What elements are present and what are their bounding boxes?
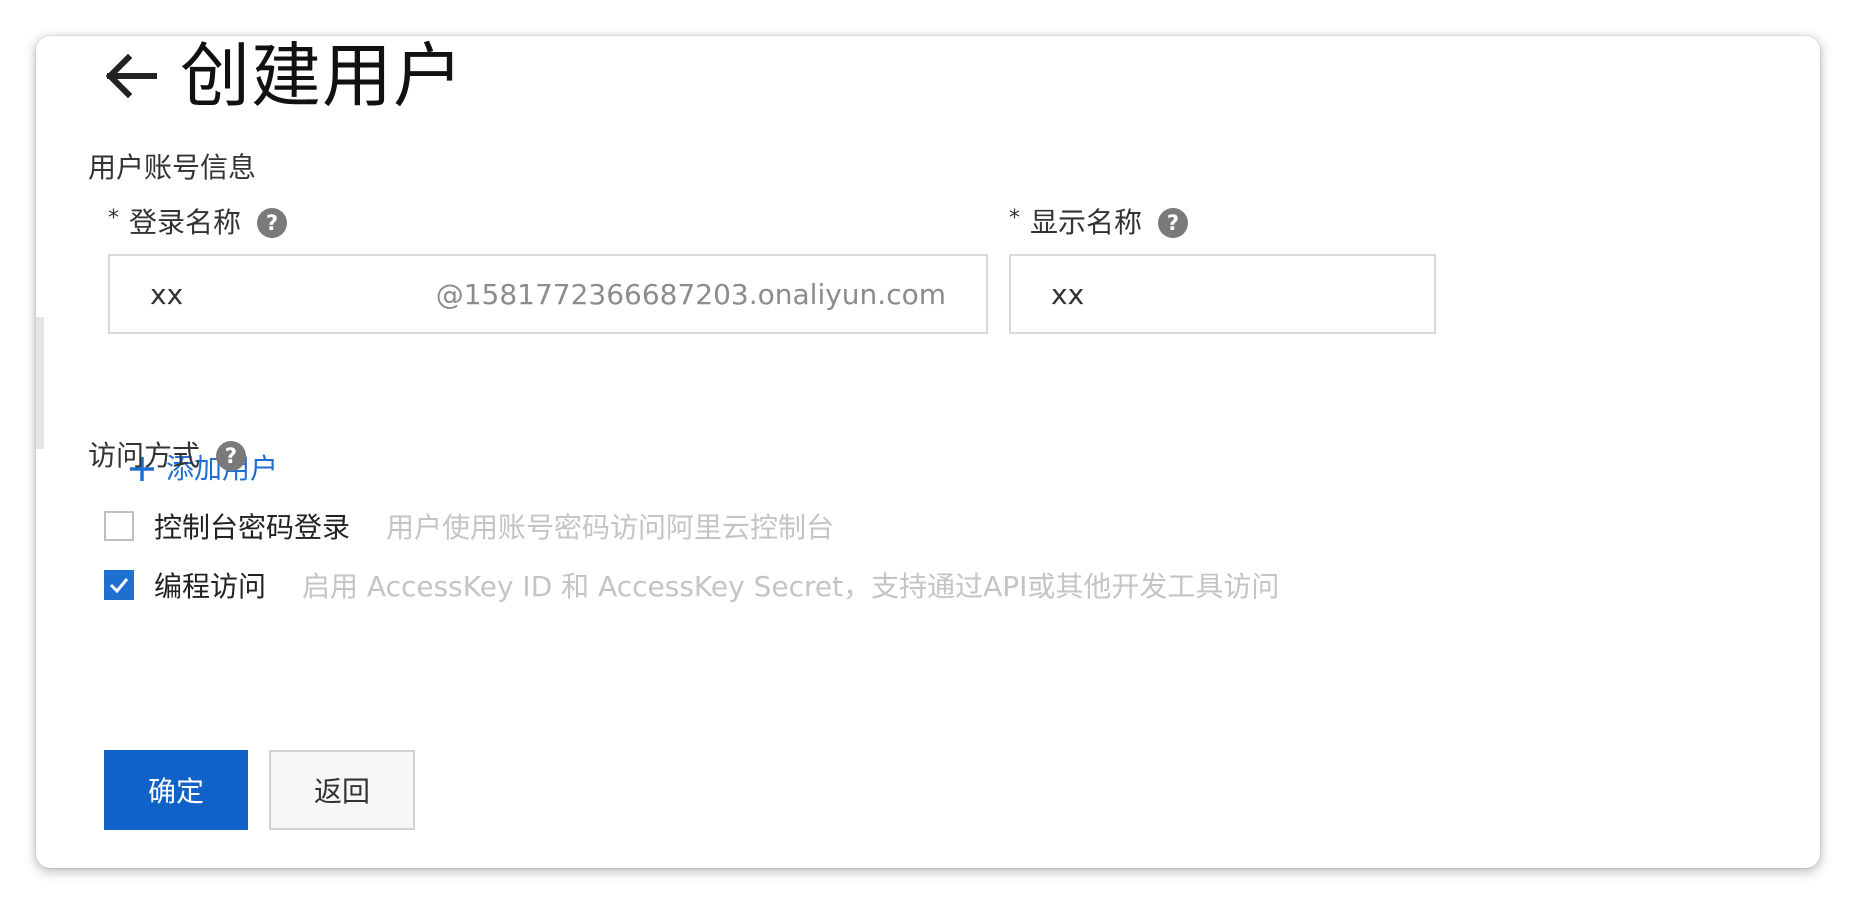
create-user-panel: 创建用户 用户账号信息 * 登录名称 ? xx @158177236668720… (36, 36, 1820, 868)
console-login-option[interactable]: 控制台密码登录 用户使用账号密码访问阿里云控制台 (104, 506, 834, 546)
console-login-description: 用户使用账号密码访问阿里云控制台 (386, 511, 835, 544)
question-circle-icon[interactable]: ? (257, 208, 288, 238)
access-method-heading: 访问方式 ? (88, 438, 247, 474)
programmatic-access-label[interactable]: 编程访问 (154, 565, 266, 605)
display-name-label-text: 显示名称 (1030, 206, 1143, 239)
access-method-heading-text: 访问方式 (88, 439, 201, 472)
account-info-heading-text: 用户账号信息 (88, 151, 257, 184)
checkmark-icon (109, 578, 129, 594)
arrow-left-icon[interactable] (102, 51, 158, 101)
back-button[interactable]: 返回 (269, 750, 415, 830)
console-login-checkbox[interactable] (104, 511, 134, 541)
account-info-heading: 用户账号信息 (88, 150, 256, 186)
display-name-input[interactable]: xx (1009, 254, 1436, 334)
display-name-value[interactable]: xx (1051, 278, 1394, 311)
display-name-label: * 显示名称 ? (1009, 205, 1189, 241)
programmatic-access-description: 启用 AccessKey ID 和 AccessKey Secret，支持通过A… (302, 570, 1280, 603)
question-circle-icon[interactable]: ? (1158, 208, 1189, 238)
programmatic-access-checkbox[interactable] (104, 570, 134, 600)
login-name-input[interactable]: xx @1581772366687203.onaliyun.com (108, 254, 988, 334)
confirm-button[interactable]: 确定 (104, 750, 248, 830)
login-domain-suffix: @1581772366687203.onaliyun.com (435, 277, 946, 311)
question-circle-icon[interactable]: ? (216, 441, 247, 471)
login-name-value[interactable]: xx (150, 278, 436, 311)
panel-edge-strip (36, 317, 44, 449)
page-title: 创建用户 (180, 36, 464, 117)
page-header: 创建用户 (102, 36, 464, 116)
required-mark: * (108, 206, 119, 231)
login-name-label-text: 登录名称 (129, 206, 242, 239)
login-name-label: * 登录名称 ? (108, 205, 288, 241)
console-login-label[interactable]: 控制台密码登录 (154, 506, 350, 546)
programmatic-access-option[interactable]: 编程访问 启用 AccessKey ID 和 AccessKey Secret，… (104, 565, 1279, 605)
required-mark: * (1009, 206, 1020, 231)
